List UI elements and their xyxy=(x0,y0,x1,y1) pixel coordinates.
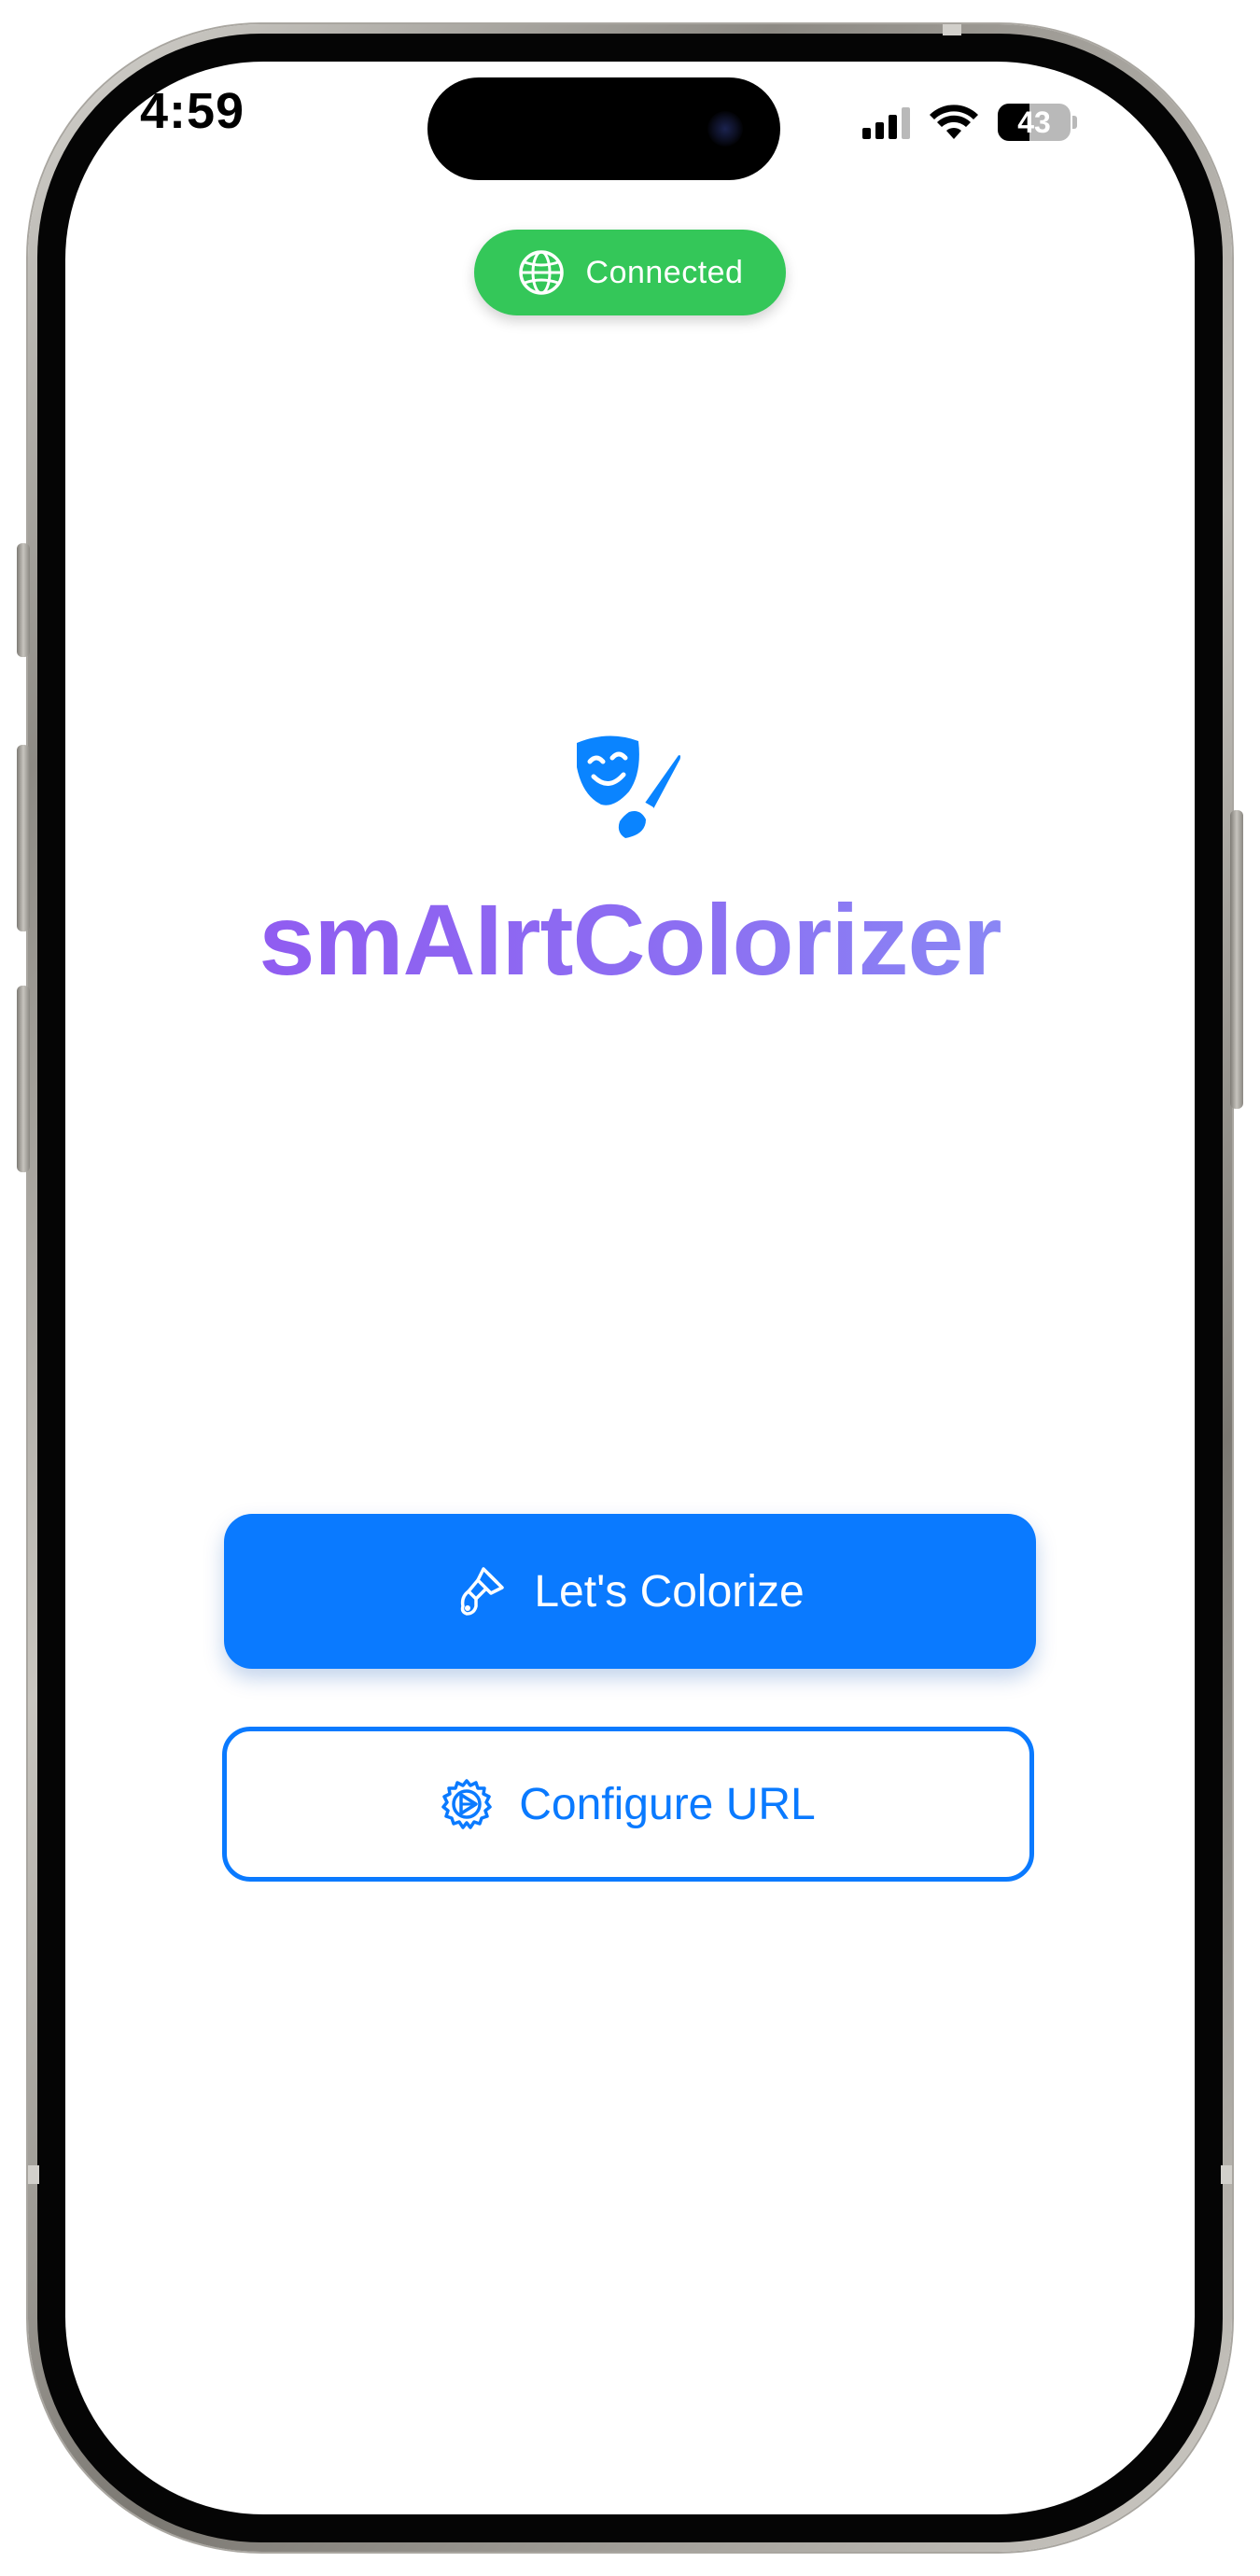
status-time: 4:59 xyxy=(140,83,245,139)
front-camera xyxy=(707,111,743,147)
configure-url-button[interactable]: Configure URL xyxy=(222,1727,1034,1882)
dynamic-island xyxy=(427,77,780,180)
theater-mask-paintbrush-icon xyxy=(577,735,683,838)
phone-bezel xyxy=(37,34,1223,2542)
configure-url-label: Configure URL xyxy=(519,1779,816,1829)
battery-icon: 43 xyxy=(998,104,1071,141)
volume-down-button xyxy=(17,986,30,1172)
wifi-icon xyxy=(930,105,978,139)
antenna-band xyxy=(1221,2165,1232,2184)
globe-icon xyxy=(518,250,564,295)
device-frame: 4:59 43 Connected smAIrtColorizer Let's … xyxy=(0,0,1260,2576)
paintbrush-icon xyxy=(461,1567,505,1616)
battery-cap xyxy=(1072,116,1077,129)
cellular-signal-icon xyxy=(862,105,910,139)
lets-colorize-label: Let's Colorize xyxy=(534,1566,805,1617)
status-indicators: 43 xyxy=(862,99,1077,146)
app-title: smAIrtColorizer xyxy=(0,881,1260,998)
battery-level: 43 xyxy=(1017,105,1051,139)
lets-colorize-button[interactable]: Let's Colorize xyxy=(224,1514,1036,1669)
connection-status-badge[interactable]: Connected xyxy=(474,230,786,315)
gear-icon xyxy=(441,1779,492,1829)
connection-status-label: Connected xyxy=(585,254,744,290)
phone-body xyxy=(28,24,1232,2552)
antenna-band xyxy=(28,2165,39,2184)
antenna-band xyxy=(943,24,961,35)
app-screen xyxy=(65,62,1195,2514)
action-button xyxy=(17,543,30,657)
